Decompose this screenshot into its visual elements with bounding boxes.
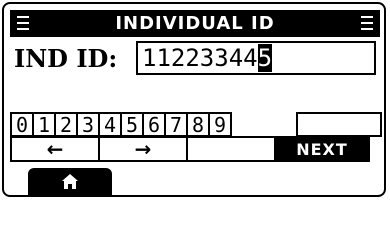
blank-key: [186, 136, 276, 162]
menu-icon[interactable]: [361, 16, 373, 30]
digit-key-1[interactable]: 1: [32, 112, 56, 137]
blank-key: [296, 112, 382, 137]
cursor-digit: 5: [257, 44, 273, 72]
home-button[interactable]: [28, 168, 112, 195]
left-arrow-button[interactable]: ←: [10, 136, 100, 162]
menu-icon[interactable]: [17, 16, 29, 30]
digit-key-4[interactable]: 4: [98, 112, 122, 137]
digit-key-0[interactable]: 0: [10, 112, 34, 137]
right-arrow-button[interactable]: →: [98, 136, 188, 162]
home-icon: [62, 174, 78, 189]
next-button[interactable]: NEXT: [274, 136, 370, 162]
keypad: 0 1 2 3 4 5 6 7 8 9 ← → NEXT: [10, 112, 382, 164]
digit-key-3[interactable]: 3: [76, 112, 100, 137]
id-label: IND ID:: [14, 44, 118, 73]
digit-key-8[interactable]: 8: [186, 112, 210, 137]
radio-display: INDIVIDUAL ID IND ID: 112233445 0 1 2 3 …: [2, 2, 386, 197]
digit-key-7[interactable]: 7: [164, 112, 188, 137]
digit-row: 0 1 2 3 4 5 6 7 8 9: [10, 112, 232, 137]
digit-key-5[interactable]: 5: [120, 112, 144, 137]
digit-key-9[interactable]: 9: [208, 112, 232, 137]
title-bar: INDIVIDUAL ID: [10, 10, 380, 37]
digit-key-2[interactable]: 2: [54, 112, 78, 137]
page-title: INDIVIDUAL ID: [115, 13, 275, 34]
nav-row: ← → NEXT: [10, 136, 370, 162]
digit-key-6[interactable]: 6: [142, 112, 166, 137]
id-input[interactable]: 112233445: [136, 41, 376, 75]
id-value: 11223344: [142, 44, 258, 72]
